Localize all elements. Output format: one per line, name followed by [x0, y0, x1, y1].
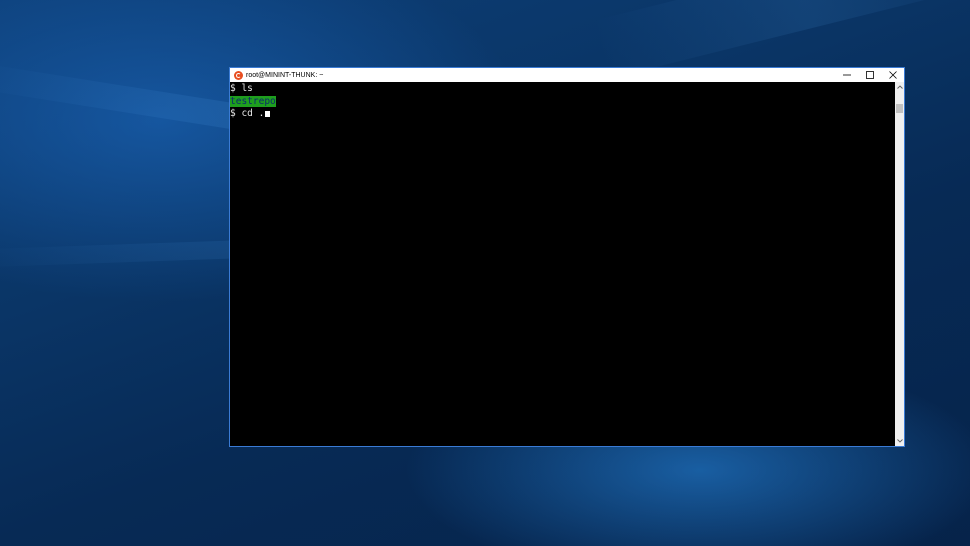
- minimize-icon: [842, 74, 851, 76]
- terminal-line: testrepo: [230, 95, 895, 109]
- terminal-window[interactable]: root@MININT-THUNK: ~ $ ls testrepo $ cd …: [229, 67, 905, 447]
- chevron-down-icon: [896, 439, 903, 443]
- directory-entry: testrepo: [230, 95, 276, 107]
- prompt: $: [230, 83, 242, 94]
- close-button[interactable]: [881, 68, 904, 82]
- desktop: root@MININT-THUNK: ~ $ ls testrepo $ cd …: [0, 0, 970, 546]
- scroll-down-button[interactable]: [895, 436, 904, 446]
- ubuntu-icon[interactable]: [234, 70, 243, 80]
- terminal-output[interactable]: $ ls testrepo $ cd .: [230, 82, 895, 446]
- terminal-line: $ cd .: [230, 108, 895, 121]
- maximize-icon: [865, 71, 874, 79]
- window-title: root@MININT-THUNK: ~: [246, 71, 324, 79]
- prompt: $: [230, 108, 242, 119]
- command-text: ls: [241, 83, 253, 94]
- terminal-line: $ ls: [230, 83, 895, 96]
- chevron-up-icon: [896, 85, 903, 89]
- text-cursor: [265, 111, 271, 117]
- scroll-up-button[interactable]: [895, 82, 904, 92]
- title-bar[interactable]: root@MININT-THUNK: ~: [230, 68, 904, 82]
- vertical-scrollbar[interactable]: [895, 82, 904, 446]
- command-text: cd .: [241, 108, 265, 119]
- window-controls: [835, 68, 904, 82]
- minimize-button[interactable]: [835, 68, 858, 82]
- close-icon: [888, 71, 897, 79]
- maximize-button[interactable]: [858, 68, 881, 82]
- scrollbar-thumb[interactable]: [896, 104, 903, 113]
